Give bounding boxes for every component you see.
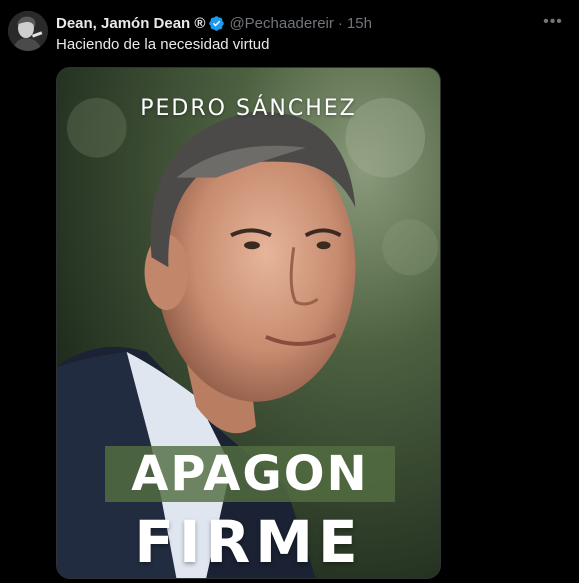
timestamp[interactable]: 15h <box>347 15 372 32</box>
display-name[interactable]: Dean, Jamón Dean ® <box>56 15 205 32</box>
tweet[interactable]: Dean, Jamón Dean ® @Pechaadereir · 15h •… <box>0 0 579 583</box>
tweet-header: Dean, Jamón Dean ® @Pechaadereir · 15h <box>56 13 372 33</box>
book-author: PEDRO SÁNCHEZ <box>140 96 357 121</box>
tweet-media-image[interactable]: PEDRO SÁNCHEZ APAGON FIRME <box>56 67 441 579</box>
handle[interactable]: @Pechaadereir <box>229 15 333 32</box>
tweet-text: Haciendo de la necesidad virtud <box>56 36 270 53</box>
book-title-line1: APAGON <box>105 446 395 502</box>
verified-badge-icon <box>208 15 225 32</box>
separator-dot: · <box>337 14 343 32</box>
more-options-label: ••• <box>543 13 563 30</box>
more-options-icon[interactable]: ••• <box>543 12 563 32</box>
book-title-line2: FIRME <box>134 508 363 576</box>
avatar[interactable] <box>8 11 48 51</box>
